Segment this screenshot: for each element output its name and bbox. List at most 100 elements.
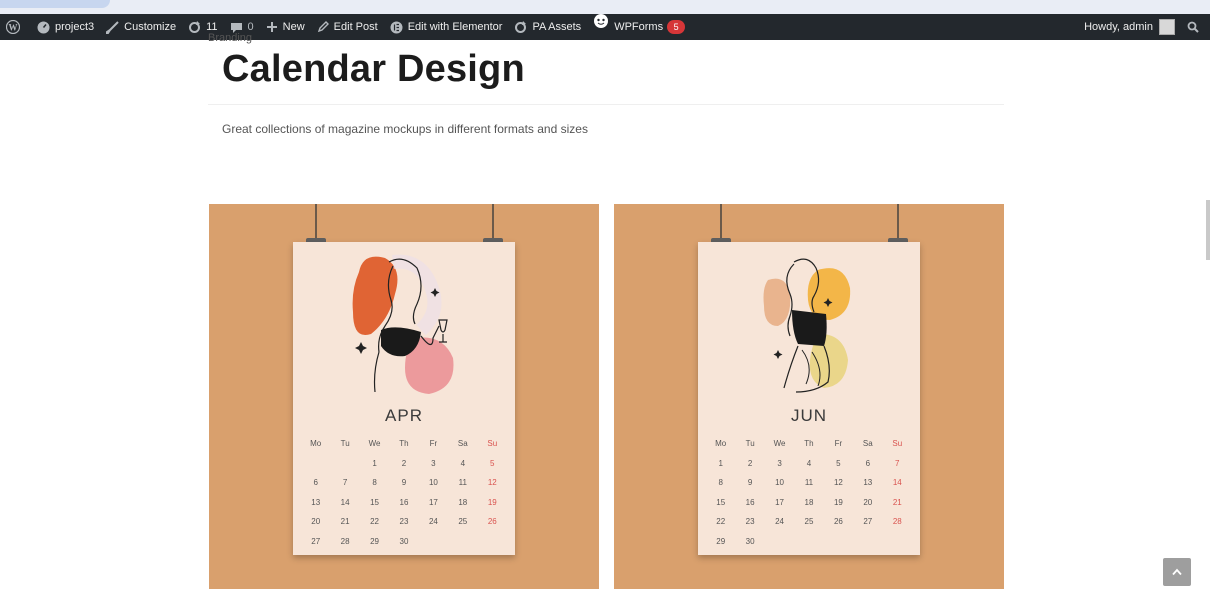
calendar-day: 7 — [342, 478, 348, 488]
wordpress-logo-icon: W — [6, 20, 20, 34]
pa-assets-label: PA Assets — [532, 21, 582, 33]
calendar-day: 12 — [487, 478, 497, 488]
calendar-week-row: 15 16 17 18 19 20 21 — [706, 493, 912, 513]
weekday-label: Su — [892, 439, 903, 449]
calendar-day: 3 — [431, 458, 436, 468]
calendar-day: 6 — [865, 458, 871, 468]
calendar-day: 11 — [804, 478, 814, 488]
weekday-label: Su — [487, 439, 498, 449]
calendar-day: 14 — [892, 478, 902, 488]
page-scrollbar-thumb[interactable] — [1206, 200, 1210, 260]
calendar-week-row: 20 21 22 23 24 25 26 — [301, 512, 507, 532]
customize-link[interactable]: Customize — [100, 14, 182, 40]
calendar-day: 7 — [895, 458, 900, 468]
calendar-day: 13 — [863, 478, 873, 488]
calendar-day: 8 — [718, 478, 723, 488]
pa-assets-refresh-icon — [515, 20, 527, 33]
wp-admin-bar: W project3 Customize 11 0 New Edit Post … — [0, 14, 1210, 40]
customize-label: Customize — [124, 21, 177, 33]
dashboard-gauge-icon — [37, 21, 50, 33]
calendar-day: 30 — [399, 536, 409, 546]
calendar-day: 1 — [718, 458, 723, 468]
calendar-day: 17 — [775, 497, 784, 507]
calendar-day: 20 — [311, 517, 321, 527]
calendar-day — [765, 532, 794, 552]
calendar-day: 27 — [863, 517, 873, 527]
weekday-label: Sa — [457, 439, 468, 449]
calendar-day: 14 — [340, 497, 350, 507]
new-label: New — [282, 21, 305, 33]
pa-assets-link[interactable]: PA Assets — [508, 14, 587, 40]
new-content-menu[interactable]: New — [260, 14, 311, 40]
hanging-wire-right — [492, 204, 494, 238]
calendar-day — [794, 532, 823, 552]
calendar-day: 8 — [372, 478, 377, 488]
weekday-label: We — [773, 439, 786, 449]
calendar-day: 17 — [428, 497, 438, 507]
weekday-label: Sa — [862, 439, 873, 449]
weekday-label: Tu — [745, 439, 755, 449]
calendar-day: 30 — [745, 536, 755, 546]
browser-top-strip — [0, 0, 1210, 14]
calendar-day — [419, 532, 448, 552]
woman-illustration-april — [352, 254, 454, 394]
calendar-week-row: 1 2 3 4 5 — [301, 454, 507, 474]
calendar-day: 4 — [460, 458, 466, 468]
calendar-day: 22 — [716, 517, 726, 527]
weekday-label: We — [368, 439, 381, 449]
weekday-label: Th — [804, 439, 814, 449]
calendar-day: 18 — [458, 497, 468, 507]
page-title: Calendar Design — [222, 48, 525, 90]
calendar-day: 13 — [311, 497, 321, 507]
calendar-day: 18 — [804, 497, 814, 507]
calendar-week-row: 8 9 10 11 12 13 14 — [706, 473, 912, 493]
calendar-day — [330, 454, 359, 474]
updates-refresh-icon — [189, 20, 201, 33]
edit-elementor-link[interactable]: Edit with Elementor — [384, 14, 509, 40]
month-label: APR — [385, 406, 423, 425]
calendar-day: 19 — [487, 497, 497, 507]
avatar — [1159, 19, 1175, 35]
browser-tab-edge — [0, 0, 110, 8]
elementor-logo-icon — [390, 21, 403, 33]
calendar-week-row: 27 28 29 30 — [301, 532, 507, 552]
calendar-day: 2 — [401, 458, 407, 468]
calendar-day — [853, 532, 882, 552]
calendar-day: 23 — [745, 517, 755, 527]
post-category[interactable]: Branding — [208, 32, 252, 44]
hanging-wire-left — [315, 204, 317, 238]
title-divider — [208, 104, 1004, 105]
weekday-label: Fr — [834, 439, 843, 449]
plus-icon — [266, 22, 277, 32]
calendar-day: 21 — [892, 497, 902, 507]
edit-post-link[interactable]: Edit Post — [311, 14, 384, 40]
my-account-menu[interactable]: Howdy, admin — [1078, 14, 1181, 40]
calendar-day — [301, 454, 330, 474]
calendar-grid: Mo Tu We Th Fr Sa Su 1 2 3 4 5 6 7 8 9 10 11 12 13 14 15 16 17 1… — [706, 434, 912, 551]
site-name-menu[interactable]: project3 — [31, 14, 100, 40]
admin-bar-search[interactable] — [1181, 14, 1210, 40]
wp-logo-menu[interactable]: W — [0, 14, 31, 40]
calendar-day: 21 — [340, 517, 350, 527]
edit-elementor-label: Edit with Elementor — [407, 21, 503, 33]
calendar-day: 10 — [428, 478, 438, 488]
calendar-day: 19 — [833, 497, 843, 507]
calendar-day: 29 — [370, 536, 379, 546]
hanging-wire-left — [720, 204, 722, 238]
month-label: JUN — [790, 406, 828, 425]
calendar-day: 3 — [777, 458, 782, 468]
calendar-page: JUN Mo Tu We Th Fr Sa Su 1 2 3 4 5 6 7 8 9 10 11 12 13 14 15 1… — [698, 242, 920, 555]
calendar-day: 24 — [775, 517, 784, 527]
calendar-grid: Mo Tu We Th Fr Sa Su 1 2 3 4 5 6 7 8 9 10 11 12 13 14 15 16 17 1… — [301, 434, 507, 551]
calendar-day: 26 — [833, 517, 843, 527]
calendar-day: 16 — [745, 497, 755, 507]
calendar-day: 25 — [458, 517, 468, 527]
scroll-to-top-button[interactable] — [1163, 558, 1191, 586]
page-subtitle: Great collections of magazine mockups in… — [222, 122, 588, 136]
wpforms-menu[interactable]: WPForms 5 — [587, 14, 691, 40]
calendar-week-row: 29 30 — [706, 532, 912, 552]
calendar-week-row: 6 7 8 9 10 11 12 — [301, 473, 507, 493]
calendar-day: 12 — [833, 478, 843, 488]
calendar-day: 22 — [370, 517, 379, 527]
calendar-day: 2 — [747, 458, 753, 468]
